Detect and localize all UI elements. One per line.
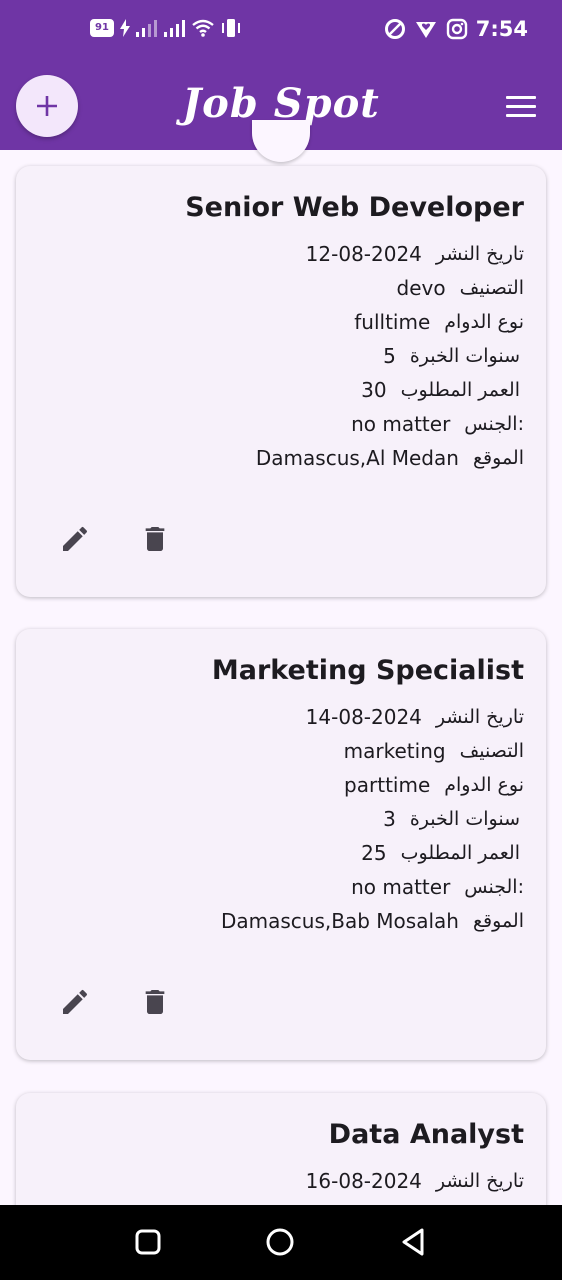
job-card: Marketing Specialist 14-08-2024 تاريخ ال… (16, 629, 546, 1060)
worktime-row: parttime نوع الدوام (344, 773, 524, 797)
experience-label: سنوات الخبرة (409, 345, 520, 367)
job-card: Data Analyst 16-08-2024 تاريخ النشر (16, 1093, 546, 1205)
edit-button[interactable] (58, 985, 92, 1019)
instagram-icon (446, 18, 467, 40)
home-button[interactable] (265, 1227, 295, 1257)
experience-label: سنوات الخبرة (409, 808, 520, 830)
published-row: 14-08-2024 تاريخ النشر (306, 705, 524, 729)
wifi-icon (192, 19, 214, 37)
signal-icon-2 (163, 20, 185, 37)
worktime-value: parttime (344, 773, 431, 797)
data-saver-icon (384, 19, 405, 39)
worktime-label: نوع الدوام (444, 774, 524, 796)
published-label: تاريخ النشر (435, 706, 524, 728)
trash-icon (145, 990, 165, 1014)
category-value: devo (396, 276, 446, 300)
menu-icon-bar (506, 105, 536, 108)
worktime-label: نوع الدوام (444, 311, 524, 333)
location-value: Damascus,Bab Mosalah (220, 909, 459, 933)
menu-icon-bar (506, 96, 536, 99)
location-row: Damascus,Al Medan الموقع (256, 446, 524, 470)
back-button[interactable] (398, 1227, 428, 1257)
published-row: 12-08-2024 تاريخ النشر (306, 242, 524, 266)
card-actions (58, 522, 172, 556)
battery-level-badge: 91 (90, 19, 114, 37)
back-icon (402, 1228, 424, 1256)
pencil-icon (63, 989, 88, 1014)
category-row: marketing التصنيف (344, 739, 524, 763)
gender-row: no matter الجنس: (351, 875, 524, 899)
location-label: الموقع (472, 910, 524, 932)
age-label: العمر المطلوب (400, 842, 520, 864)
age-row: 30 العمر المطلوب (361, 378, 520, 402)
experience-value: 5 (383, 344, 396, 368)
pencil-icon (63, 526, 88, 551)
job-title: Data Analyst (328, 1119, 524, 1150)
menu-icon-bar (506, 114, 536, 117)
experience-row: 3 سنوات الخبرة (383, 807, 520, 831)
experience-row: 5 سنوات الخبرة (383, 344, 520, 368)
gender-value: no matter (351, 875, 451, 899)
gender-value: no matter (351, 412, 451, 436)
vibrate-icon (221, 19, 240, 37)
gender-label: الجنس: (464, 413, 524, 435)
status-left-icons: 91 (90, 19, 242, 37)
card-actions (58, 985, 172, 1019)
category-value: marketing (343, 739, 446, 763)
published-label: تاريخ النشر (435, 1170, 524, 1192)
location-label: الموقع (472, 447, 524, 469)
delete-button[interactable] (138, 522, 172, 556)
published-value: 14-08-2024 (305, 705, 422, 729)
edit-button[interactable] (58, 522, 92, 556)
status-right-icons: 7:54 (384, 17, 528, 41)
category-label: التصنيف (459, 740, 524, 762)
recents-icon (135, 1229, 161, 1255)
published-label: تاريخ النشر (435, 243, 524, 265)
job-title: Senior Web Developer (185, 192, 524, 223)
category-row: devo التصنيف (397, 276, 525, 300)
experience-value: 3 (383, 807, 396, 831)
gender-row: no matter الجنس: (351, 412, 524, 436)
location-value: Damascus,Al Medan (255, 446, 459, 470)
system-nav-bar (0, 1205, 562, 1280)
published-value: 12-08-2024 (305, 242, 422, 266)
gender-label: الجنس: (464, 876, 524, 898)
location-row: Damascus,Bab Mosalah الموقع (221, 909, 524, 933)
menu-button[interactable] (506, 96, 536, 118)
recents-button[interactable] (133, 1227, 163, 1257)
job-list[interactable]: Senior Web Developer 12-08-2024 تاريخ ال… (0, 150, 562, 1205)
status-bar: 91 7:54 (0, 0, 562, 62)
delete-button[interactable] (138, 985, 172, 1019)
category-label: التصنيف (459, 277, 524, 299)
job-card: Senior Web Developer 12-08-2024 تاريخ ال… (16, 166, 546, 597)
worktime-value: fulltime (354, 310, 431, 334)
age-label: العمر المطلوب (400, 379, 520, 401)
vpn-heart-icon (415, 22, 436, 38)
charging-icon (119, 19, 130, 37)
age-value: 25 (361, 841, 387, 865)
published-value: 16-08-2024 (305, 1169, 422, 1193)
home-icon (266, 1228, 294, 1256)
signal-icon (135, 20, 157, 37)
worktime-row: fulltime نوع الدوام (354, 310, 524, 334)
published-row: 16-08-2024 تاريخ النشر (306, 1169, 524, 1193)
age-value: 30 (361, 378, 387, 402)
clock: 7:54 (475, 17, 528, 41)
trash-icon (145, 527, 165, 551)
job-title: Marketing Specialist (211, 655, 524, 686)
age-row: 25 العمر المطلوب (361, 841, 520, 865)
